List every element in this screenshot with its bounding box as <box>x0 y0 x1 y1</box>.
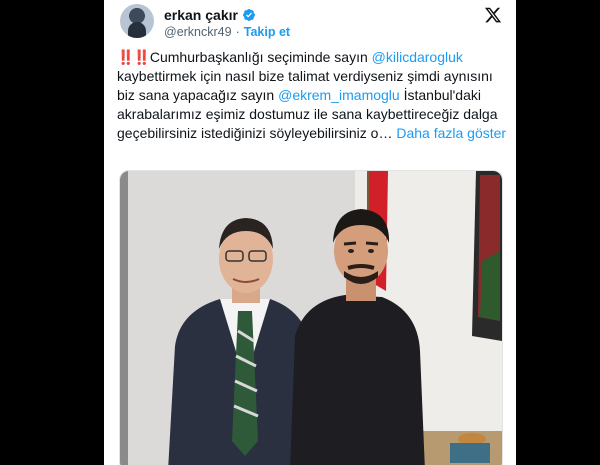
tweet-text: ‼️‼️Cumhurbaşkanlığı seçiminde sayın @ki… <box>117 48 509 143</box>
separator-dot: · <box>235 25 240 39</box>
verified-badge-icon <box>242 8 256 22</box>
mention-kilicdaroglu[interactable]: @kilicdarogluk <box>372 49 463 65</box>
left-black-margin <box>0 0 104 465</box>
author-handle[interactable]: @erknckr49 <box>164 25 232 39</box>
author-name-row: erkan çakır <box>164 7 256 23</box>
mention-imamoglu[interactable]: @ekrem_imamoglu <box>278 87 400 103</box>
show-more-link[interactable]: Daha fazla göster <box>396 125 506 141</box>
tweet-photo[interactable] <box>119 170 503 465</box>
right-black-margin <box>516 0 600 465</box>
tweet-card: erkan çakır @erknckr49 · Takip et ‼️‼️Cu… <box>104 0 516 465</box>
avatar[interactable] <box>120 4 154 38</box>
x-logo-icon[interactable] <box>484 6 502 24</box>
tweet-text-part-1: Cumhurbaşkanlığı seçiminde sayın <box>149 49 372 65</box>
follow-button[interactable]: Takip et <box>244 25 290 39</box>
author-display-name[interactable]: erkan çakır <box>164 7 238 23</box>
two-men-photo-icon <box>120 171 502 465</box>
double-exclamation-emoji: ‼️‼️ <box>117 49 151 65</box>
author-handle-row: @erknckr49 · Takip et <box>164 25 290 39</box>
